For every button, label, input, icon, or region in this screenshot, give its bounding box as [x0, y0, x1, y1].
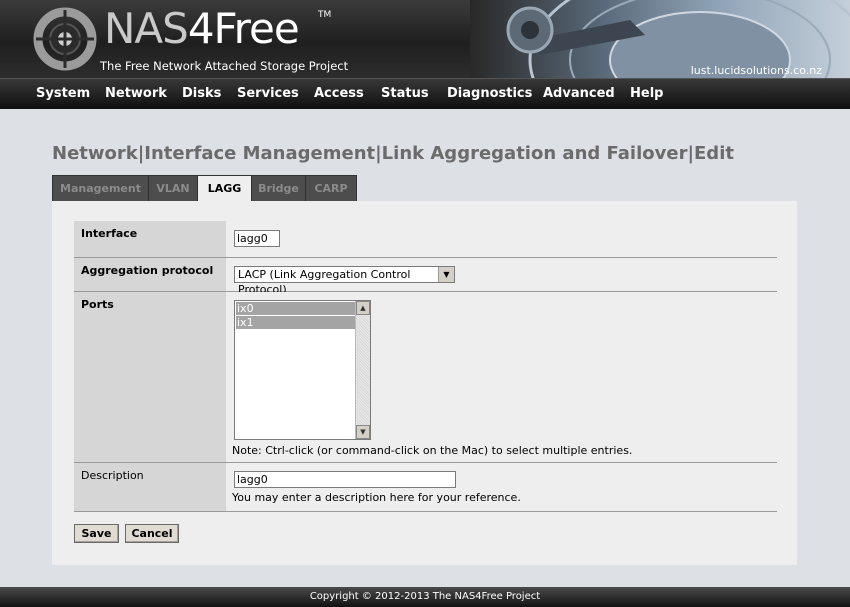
- protocol-select[interactable]: LACP (Link Aggregation Control Protocol)…: [234, 266, 455, 296]
- ports-note: Note: Ctrl-click (or command-click on th…: [232, 444, 633, 457]
- protocol-row: Aggregation protocol LACP (Link Aggregat…: [74, 258, 777, 296]
- menu-disks[interactable]: Disks: [182, 79, 221, 109]
- hostname: lust.lucidsolutions.co.nz: [690, 64, 822, 77]
- tab-vlan[interactable]: VLAN: [149, 176, 198, 202]
- port-option-ix1[interactable]: ix1 (00:25:90:c4:70:06): [236, 316, 355, 342]
- menu-access[interactable]: Access: [314, 79, 364, 109]
- tab-management[interactable]: Management: [53, 176, 149, 202]
- logo-nas-text: NAS: [104, 4, 189, 53]
- ports-scrollbar[interactable]: ▲ ▼: [355, 301, 370, 439]
- protocol-value-cell: LACP (Link Aggregation Control Protocol)…: [226, 258, 777, 296]
- description-label: Description: [74, 463, 226, 511]
- ports-value-cell: ix0 (00:25:90:c4:70:06) ix1 (00:25:90:c4…: [226, 292, 777, 462]
- interface-input[interactable]: [234, 230, 280, 247]
- cancel-button[interactable]: Cancel: [125, 524, 179, 543]
- tab-bar: Management VLAN LAGG Bridge CARP: [52, 175, 357, 203]
- ports-listbox[interactable]: ix0 (00:25:90:c4:70:06) ix1 (00:25:90:c4…: [234, 300, 371, 440]
- interface-value-cell: [226, 221, 777, 257]
- interface-row: Interface: [74, 221, 777, 258]
- port-option-ix0[interactable]: ix0 (00:25:90:c4:70:06): [236, 302, 355, 328]
- footer: Copyright © 2012-2013 The NAS4Free Proje…: [0, 587, 850, 607]
- header-banner: NAS4Free TM The Free Network Attached St…: [0, 0, 850, 78]
- menu-help[interactable]: Help: [630, 79, 663, 109]
- interface-label: Interface: [74, 221, 226, 257]
- scroll-down-icon[interactable]: ▼: [356, 425, 370, 439]
- tab-lagg[interactable]: LAGG: [198, 176, 252, 203]
- protocol-label: Aggregation protocol: [74, 258, 226, 291]
- logo-subtitle: The Free Network Attached Storage Projec…: [100, 59, 349, 73]
- form-panel: Interface Aggregation protocol LACP (Lin…: [52, 201, 797, 565]
- menu-services[interactable]: Services: [237, 79, 299, 109]
- page-title: Network|Interface Management|Link Aggreg…: [52, 143, 734, 164]
- tab-carp[interactable]: CARP: [306, 176, 356, 202]
- chevron-down-icon[interactable]: ▼: [438, 267, 454, 282]
- trademark: TM: [318, 10, 332, 20]
- logo-free-text: 4Free: [187, 4, 300, 53]
- description-input[interactable]: [234, 471, 456, 488]
- ports-row: Ports ix0 (00:25:90:c4:70:06) ix1 (00:25…: [74, 292, 777, 463]
- main-menu: System Network Disks Services Access Sta…: [0, 78, 850, 109]
- description-value-cell: You may enter a description here for you…: [226, 463, 777, 511]
- description-row: Description You may enter a description …: [74, 463, 777, 512]
- menu-status[interactable]: Status: [381, 79, 429, 109]
- ports-label: Ports: [74, 292, 226, 462]
- nas4free-logo-icon: [33, 7, 97, 71]
- save-button[interactable]: Save: [74, 524, 119, 543]
- menu-network[interactable]: Network: [105, 79, 167, 109]
- scroll-up-icon[interactable]: ▲: [356, 301, 370, 315]
- menu-advanced[interactable]: Advanced: [543, 79, 615, 109]
- description-help: You may enter a description here for you…: [232, 491, 521, 504]
- tab-bridge[interactable]: Bridge: [252, 176, 306, 202]
- logo-text: NAS4Free: [104, 8, 300, 50]
- menu-diagnostics[interactable]: Diagnostics: [447, 79, 532, 109]
- menu-system[interactable]: System: [36, 79, 90, 109]
